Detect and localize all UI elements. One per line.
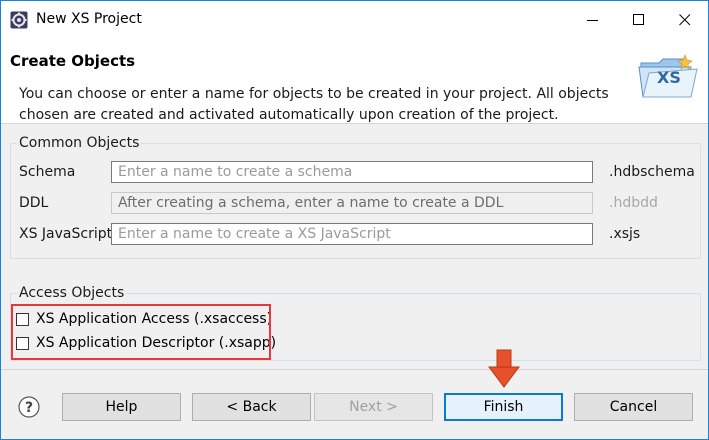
- xs-javascript-input[interactable]: [111, 223, 593, 245]
- down-arrow-icon: [487, 349, 521, 389]
- next-button: Next >: [314, 393, 433, 421]
- finish-button[interactable]: Finish: [444, 393, 563, 421]
- help-icon[interactable]: ?: [18, 396, 40, 418]
- cancel-button[interactable]: Cancel: [574, 393, 693, 421]
- schema-label: Schema: [19, 164, 76, 180]
- help-button[interactable]: Help: [62, 393, 181, 421]
- svg-text:?: ?: [25, 400, 33, 416]
- access-objects-highlight: [11, 304, 271, 360]
- eclipse-gear-icon: [10, 11, 28, 29]
- new-xs-project-dialog: New XS Project Create Objects You can ch…: [0, 0, 709, 440]
- ddl-input: [111, 192, 593, 214]
- schema-suffix: .hdbschema: [609, 164, 695, 180]
- close-icon: [679, 14, 691, 26]
- back-button[interactable]: < Back: [192, 393, 311, 421]
- minimize-icon: [587, 20, 598, 21]
- title-bar[interactable]: New XS Project: [1, 1, 708, 39]
- ddl-label: DDL: [19, 195, 49, 211]
- maximize-icon: [633, 14, 644, 25]
- access-objects-legend: Access Objects: [17, 285, 127, 301]
- wizard-header: Create Objects You can choose or enter a…: [1, 39, 708, 124]
- xs-javascript-label: XS JavaScript: [19, 226, 113, 242]
- button-bar-separator: [1, 369, 708, 370]
- maximize-button[interactable]: [616, 1, 662, 39]
- page-title: Create Objects: [10, 52, 136, 70]
- window-title: New XS Project: [36, 11, 142, 27]
- common-objects-group: Common Objects Schema .hdbschema DDL .hd…: [10, 135, 701, 259]
- schema-input[interactable]: [111, 161, 593, 183]
- xs-folder-icon: XS: [635, 49, 701, 101]
- minimize-button[interactable]: [570, 1, 616, 39]
- ddl-suffix: .hdbdd: [609, 195, 658, 211]
- page-description: You can choose or enter a name for objec…: [19, 86, 609, 123]
- close-button[interactable]: [662, 1, 708, 39]
- logo-text: XS: [657, 68, 681, 87]
- common-objects-legend: Common Objects: [17, 135, 142, 151]
- xs-javascript-suffix: .xsjs: [609, 226, 641, 242]
